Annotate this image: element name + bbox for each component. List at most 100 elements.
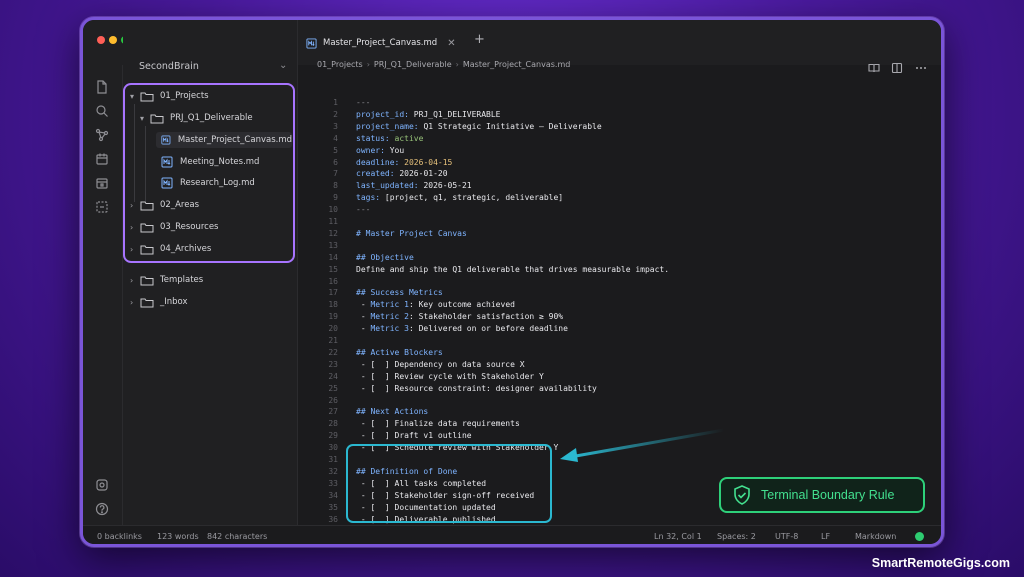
chevron-down-icon: ▾ bbox=[130, 91, 135, 101]
daily-note-icon[interactable] bbox=[95, 175, 109, 189]
line-text: ## Next Actions bbox=[356, 407, 429, 417]
vault-name[interactable]: SecondBrain bbox=[139, 61, 199, 72]
line-number: 11 bbox=[328, 217, 338, 226]
line-text: Define and ship the Q1 deliverable that … bbox=[356, 264, 670, 274]
indent-setting[interactable]: Spaces: 2 bbox=[717, 532, 756, 541]
new-tab-button[interactable]: + bbox=[474, 32, 485, 47]
line-number: 4 bbox=[333, 133, 338, 143]
file-meeting-notes[interactable]: Meeting_Notes.md bbox=[161, 154, 259, 170]
breadcrumb-item[interactable]: PRJ_Q1_Deliverable bbox=[374, 60, 452, 69]
line-number: 12 bbox=[328, 228, 338, 238]
line-number: 2 bbox=[333, 109, 338, 119]
sync-status-icon[interactable] bbox=[915, 532, 924, 541]
markdown-file-icon bbox=[161, 135, 171, 145]
graph-icon[interactable] bbox=[95, 127, 109, 142]
line-number: 9 bbox=[333, 193, 338, 203]
line-number: 31 bbox=[328, 455, 338, 464]
line-text: - [ ] Deliverable published bbox=[356, 514, 496, 524]
folder-prj-q1-deliverable[interactable]: ▾ PRJ_Q1_Deliverable bbox=[140, 110, 253, 126]
folder-label: 02_Areas bbox=[160, 200, 200, 210]
line-number: 16 bbox=[328, 276, 338, 286]
folder-label: 04_Archives bbox=[160, 244, 212, 254]
folder-03-resources[interactable]: › 03_Resources bbox=[130, 219, 218, 235]
line-ending[interactable]: LF bbox=[821, 532, 830, 541]
markdown-file-icon bbox=[306, 37, 317, 49]
folder-icon bbox=[140, 201, 154, 210]
line-number: 14 bbox=[328, 252, 338, 262]
chevron-right-icon: › bbox=[455, 60, 459, 69]
indent-guide bbox=[134, 104, 135, 202]
line-number: 7 bbox=[333, 169, 338, 179]
folder-templates[interactable]: › Templates bbox=[130, 272, 203, 288]
file-label: Meeting_Notes.md bbox=[180, 157, 260, 167]
folder-icon bbox=[140, 245, 154, 254]
chevron-down-icon[interactable]: ⌄ bbox=[279, 60, 287, 71]
chevron-down-icon: ▾ bbox=[140, 113, 145, 123]
line-text: - Metric 1: Key outcome achieved bbox=[356, 300, 515, 310]
line-number: 28 bbox=[328, 419, 338, 429]
line-text: - [ ] Documentation updated bbox=[356, 502, 496, 512]
folder-02-areas[interactable]: › 02_Areas bbox=[130, 197, 199, 213]
language-mode[interactable]: Markdown bbox=[855, 532, 896, 541]
line-number: 32 bbox=[328, 466, 338, 476]
line-text: - Metric 3: Delivered on or before deadl… bbox=[356, 324, 568, 334]
template-icon[interactable] bbox=[95, 199, 109, 213]
line-text: ## Objective bbox=[356, 252, 414, 262]
line-number: 10 bbox=[328, 205, 338, 215]
close-tab-icon[interactable]: ✕ bbox=[447, 38, 455, 49]
tab-master-project-canvas[interactable]: Master_Project_Canvas.md ✕ bbox=[306, 33, 456, 53]
folder-label: Templates bbox=[160, 275, 204, 285]
help-icon[interactable] bbox=[95, 501, 109, 516]
line-text: - [ ] Draft v1 outline bbox=[356, 431, 472, 441]
folder-icon bbox=[140, 298, 154, 307]
line-text: ## Definition of Done bbox=[356, 466, 458, 476]
line-text: --- bbox=[356, 98, 371, 107]
file-research-log[interactable]: Research_Log.md bbox=[161, 175, 255, 191]
line-number: 30 bbox=[328, 443, 338, 453]
search-icon[interactable] bbox=[95, 103, 109, 117]
line-text: deadline: 2026-04-15 bbox=[356, 157, 453, 167]
file-label: Master_Project_Canvas.md bbox=[177, 135, 292, 145]
more-options-icon[interactable] bbox=[915, 59, 927, 71]
callout-label: Terminal Boundary Rule bbox=[761, 488, 895, 502]
split-view-icon[interactable] bbox=[891, 59, 903, 74]
status-bar: 0 backlinks 123 words 842 characters Ln … bbox=[83, 525, 941, 544]
file-master-project-canvas[interactable]: Master_Project_Canvas.md bbox=[156, 132, 292, 148]
watermark: SmartRemoteGigs.com bbox=[871, 556, 1010, 570]
line-number: 21 bbox=[328, 336, 338, 345]
calendar-icon[interactable] bbox=[95, 151, 109, 165]
folder-inbox[interactable]: › _Inbox bbox=[130, 294, 188, 310]
arrow-icon bbox=[560, 428, 725, 462]
line-number: 29 bbox=[328, 431, 338, 441]
line-text: - [ ] Dependency on data source X bbox=[356, 359, 525, 369]
line-number: 34 bbox=[328, 490, 338, 500]
close-window-button[interactable] bbox=[97, 36, 105, 44]
line-number: 1 bbox=[333, 98, 338, 107]
line-text: ## Success Metrics bbox=[356, 288, 443, 298]
minimize-window-button[interactable] bbox=[109, 36, 117, 44]
line-number: 27 bbox=[328, 407, 338, 417]
line-number: 33 bbox=[328, 478, 338, 488]
settings-gear-icon[interactable] bbox=[95, 477, 109, 491]
folder-01-projects[interactable]: ▾ 01_Projects bbox=[130, 88, 209, 104]
folder-label: PRJ_Q1_Deliverable bbox=[170, 113, 253, 123]
folder-04-archives[interactable]: › 04_Archives bbox=[130, 241, 211, 257]
backlinks-count[interactable]: 0 backlinks bbox=[97, 532, 142, 541]
markdown-file-icon bbox=[161, 156, 173, 168]
chevron-right-icon: › bbox=[130, 275, 134, 285]
line-number: 19 bbox=[328, 312, 338, 322]
file-icon[interactable] bbox=[95, 79, 109, 94]
tab-label: Master_Project_Canvas.md bbox=[323, 38, 438, 48]
line-number: 17 bbox=[328, 288, 338, 298]
reading-view-icon[interactable] bbox=[868, 59, 880, 73]
shield-check-icon bbox=[734, 485, 750, 505]
folder-icon bbox=[140, 92, 154, 101]
breadcrumb-item[interactable]: 01_Projects bbox=[317, 60, 363, 69]
breadcrumb-item[interactable]: Master_Project_Canvas.md bbox=[463, 60, 570, 69]
line-number: 36 bbox=[328, 514, 338, 524]
encoding[interactable]: UTF-8 bbox=[775, 532, 798, 541]
line-number: 20 bbox=[328, 324, 338, 334]
folder-icon bbox=[150, 114, 164, 123]
line-number: 18 bbox=[328, 300, 338, 310]
line-text: owner: You bbox=[356, 145, 405, 155]
